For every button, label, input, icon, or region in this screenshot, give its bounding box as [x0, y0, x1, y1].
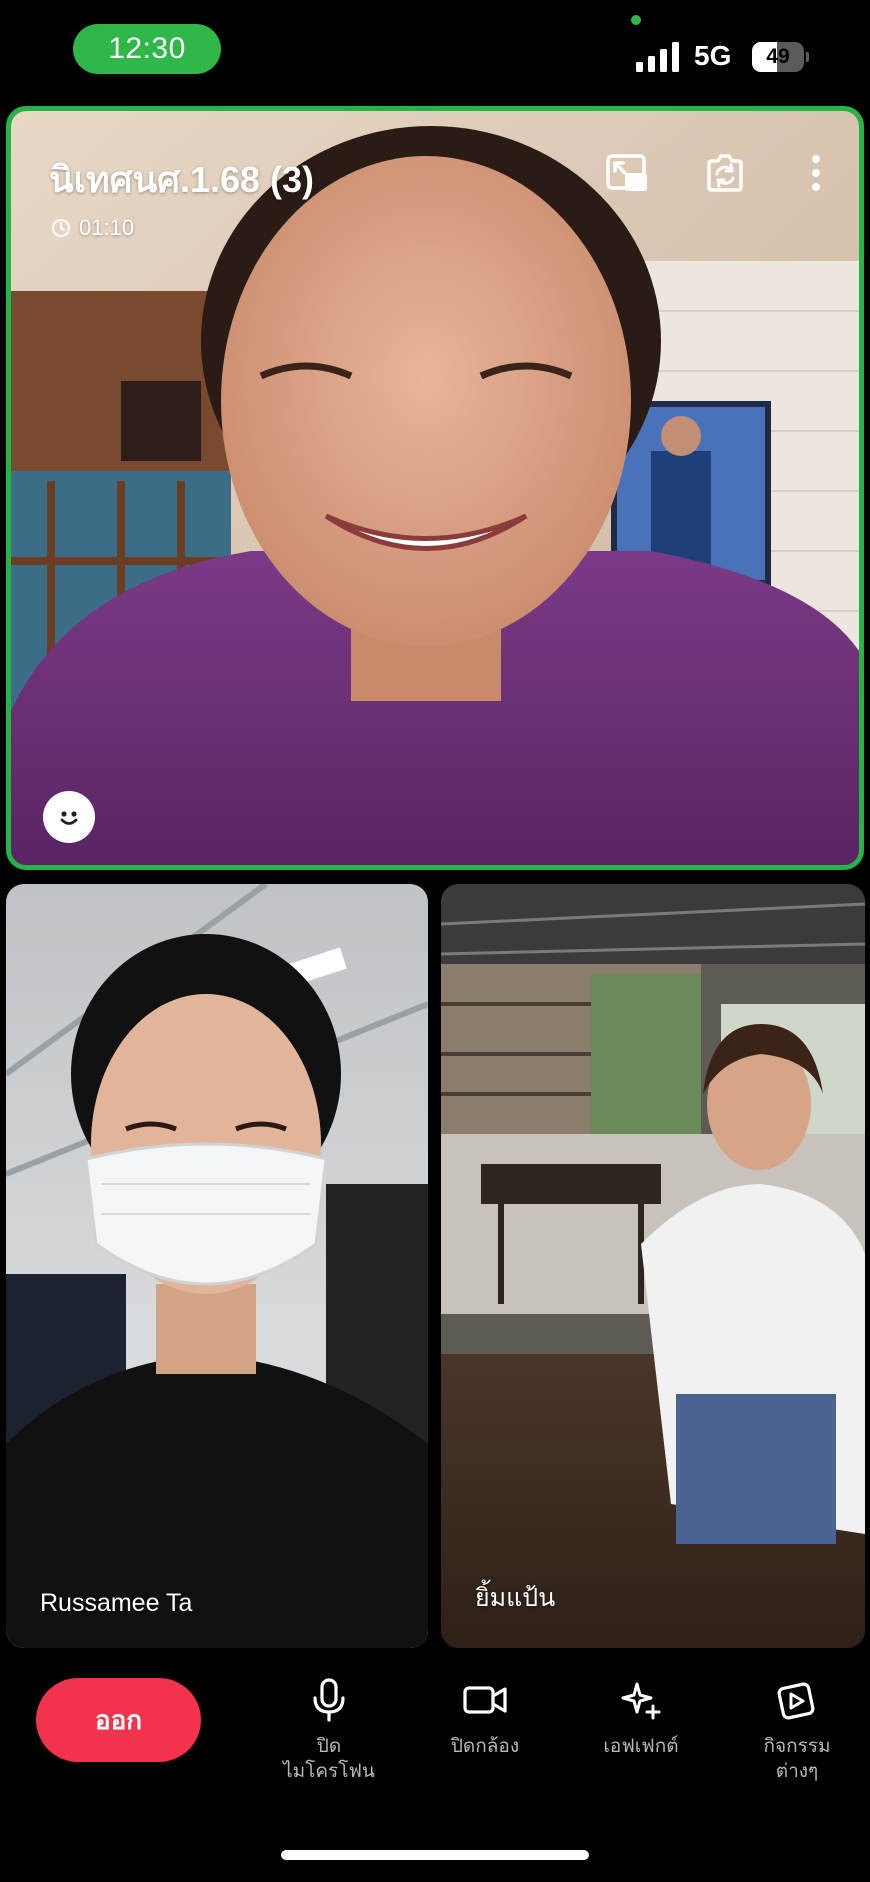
call-duration: 01:10	[79, 215, 135, 240]
status-bar: 12:30 5G 49	[0, 0, 870, 100]
main-video-feed	[11, 111, 859, 865]
network-type: 5G	[694, 40, 732, 71]
switch-camera-icon[interactable]	[701, 149, 749, 197]
home-indicator[interactable]	[281, 1850, 589, 1860]
smiley-icon	[60, 811, 78, 825]
sparkle-icon	[621, 1682, 661, 1720]
signal-icon	[636, 42, 679, 72]
clock-icon	[52, 219, 70, 237]
more-options-icon[interactable]	[801, 149, 831, 197]
turn-off-camera-label: ปิดกล้อง	[450, 1736, 520, 1757]
effects-label: เอฟเฟกต์	[603, 1736, 679, 1757]
participant-name: Russamee Ta	[40, 1589, 193, 1617]
call-controls: ออก ปิด ไมโครโฟน ปิดกล้อง เอฟเฟกต์ กิจกร…	[0, 1660, 870, 1820]
participant-name: ยิ้มแป้น	[475, 1584, 556, 1612]
leave-call-button[interactable]: ออก	[36, 1678, 201, 1762]
participant-video-feed	[6, 884, 428, 1648]
activities-icon	[777, 1682, 815, 1720]
participant-tile[interactable]: Russamee Ta	[6, 884, 428, 1648]
microphone-icon	[313, 1678, 345, 1722]
activities-label: กิจกรรม ต่างๆ	[763, 1736, 831, 1782]
status-time: 12:30	[73, 24, 221, 74]
battery-level: 49	[766, 45, 790, 68]
call-group-name: นิเทศนศ.1.68 (3)	[49, 159, 315, 200]
mute-microphone-button[interactable]: ปิด ไมโครโฟน	[259, 1676, 399, 1784]
video-camera-icon	[463, 1686, 507, 1714]
effects-button[interactable]: เอฟเฟกต์	[571, 1676, 711, 1759]
activities-button[interactable]: กิจกรรม ต่างๆ	[727, 1676, 867, 1784]
main-video-tile[interactable]: นิเทศนศ.1.68 (3) 01:10	[6, 106, 864, 870]
battery-icon: 49	[752, 42, 809, 72]
participant-tile[interactable]: ยิ้มแป้น	[441, 884, 865, 1648]
picture-in-picture-icon[interactable]	[603, 149, 651, 197]
call-timer: 01:10	[51, 215, 134, 241]
participant-video-feed	[441, 884, 865, 1648]
camera-in-use-indicator	[631, 15, 641, 25]
mute-microphone-label: ปิด ไมโครโฟน	[283, 1736, 375, 1782]
turn-off-camera-button[interactable]: ปิดกล้อง	[415, 1676, 555, 1759]
reaction-button[interactable]	[43, 791, 95, 843]
